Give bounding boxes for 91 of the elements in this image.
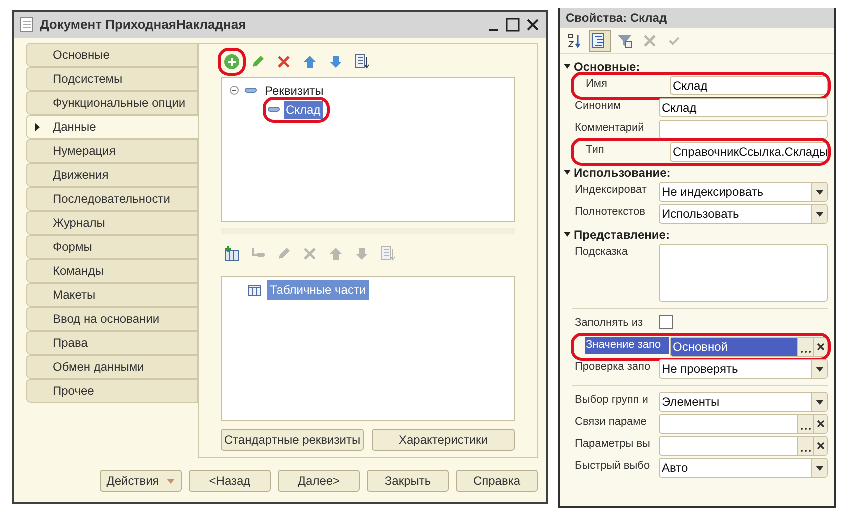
- collapse-icon[interactable]: [230, 86, 239, 96]
- sidebar-tab[interactable]: Обмен данными: [26, 355, 198, 379]
- collapse-icon[interactable]: [564, 64, 571, 69]
- maximize-icon[interactable]: [506, 18, 520, 32]
- close-icon[interactable]: [526, 18, 540, 32]
- section-heading: Представление:: [574, 226, 670, 244]
- caret-icon: [816, 190, 824, 194]
- caret-icon: [816, 366, 824, 372]
- close-icon: [302, 246, 318, 262]
- dropdown-field[interactable]: Не индексировать: [659, 182, 828, 202]
- sidebar-tab[interactable]: Движения: [26, 163, 198, 187]
- sidebar-tab[interactable]: Данные: [26, 115, 198, 139]
- sidebar-tab[interactable]: Формы: [26, 235, 198, 259]
- toolbar-button[interactable]: [221, 50, 243, 73]
- collapse-icon[interactable]: [564, 170, 571, 175]
- footer-button[interactable]: Действия: [100, 470, 182, 492]
- tree-item[interactable]: Реквизиты: [263, 82, 326, 100]
- property-label: Значение запо: [585, 337, 669, 354]
- text-field[interactable]: Склад: [659, 98, 828, 117]
- sidebar-tab[interactable]: Макеты: [26, 283, 198, 307]
- caret-icon: [816, 466, 824, 470]
- footer-button[interactable]: Закрыть: [367, 470, 449, 492]
- dropdown-field[interactable]: Не проверять: [659, 359, 828, 379]
- document-icon: [20, 17, 34, 33]
- sidebar-tab[interactable]: Права: [26, 331, 198, 355]
- section-heading: Основные:: [574, 58, 640, 76]
- filter-icon: [617, 32, 633, 48]
- property-label: Имя: [585, 77, 608, 92]
- reference-field[interactable]: [659, 414, 828, 434]
- clear-icon: [816, 442, 824, 450]
- panel-button[interactable]: Характеристики: [372, 429, 515, 451]
- property-label: Связи параме: [574, 415, 648, 430]
- property-label: Параметры вы: [574, 437, 652, 452]
- property-label: Тип: [585, 143, 606, 158]
- sidebar-tab[interactable]: Подсистемы: [26, 67, 198, 91]
- property-label: Подсказка: [574, 245, 629, 260]
- sort-icon: [567, 32, 583, 48]
- toolbar-button[interactable]: [589, 30, 611, 52]
- caret-icon: [816, 212, 824, 216]
- close-icon: [276, 54, 292, 70]
- window-title: Документ ПриходнаяНакладная: [40, 16, 248, 34]
- clear-icon: [816, 420, 824, 428]
- arrow-down-icon: [354, 246, 370, 262]
- dropdown-field[interactable]: Авто: [659, 458, 828, 478]
- sidebar-tab[interactable]: Функциональные опции: [26, 91, 198, 115]
- footer-button[interactable]: Далее>: [278, 470, 360, 492]
- sidebar-tab[interactable]: Прочее: [26, 379, 198, 403]
- clear-icon: [816, 343, 824, 351]
- sidebar-tab[interactable]: Команды: [26, 259, 198, 283]
- reference-field[interactable]: Основной: [670, 337, 828, 357]
- list-icon: [354, 54, 370, 70]
- pointer-icon: [35, 122, 40, 132]
- list-icon: [380, 246, 396, 262]
- dropdown-field[interactable]: Использовать: [659, 204, 828, 224]
- checkbox[interactable]: [659, 315, 673, 329]
- table-icon: [248, 284, 261, 296]
- sidebar-tab[interactable]: Ввод на основании: [26, 307, 198, 331]
- sidebar-tab[interactable]: Журналы: [26, 211, 198, 235]
- pencil-icon: [250, 54, 266, 70]
- property-label: Синоним: [574, 99, 622, 114]
- property-label: Индексироват: [574, 183, 648, 198]
- attribute-icon: [245, 88, 257, 94]
- property-label: Комментарий: [574, 121, 646, 136]
- sidebar-tab[interactable]: Последовательности: [26, 187, 198, 211]
- arrow-down-icon: [328, 54, 344, 70]
- dropdown-field[interactable]: СправочникСсылка.Склады: [670, 142, 828, 162]
- caret-icon: [816, 400, 824, 404]
- table-add-icon: [224, 246, 240, 262]
- property-label: Заполнять из: [574, 316, 644, 331]
- footer-button[interactable]: <Назад: [189, 470, 271, 492]
- attribute-icon: [268, 107, 280, 112]
- dropdown-field[interactable]: Элементы: [659, 392, 828, 412]
- property-label: Полнотекстов: [574, 205, 646, 220]
- property-label: Проверка запо: [574, 360, 652, 375]
- property-label: Выбор групп и: [574, 393, 650, 408]
- reference-field[interactable]: [659, 436, 828, 456]
- panel-button[interactable]: Стандартные реквизиты: [221, 429, 364, 451]
- plus-icon: [224, 54, 240, 70]
- text-field[interactable]: [659, 120, 828, 139]
- footer-button[interactable]: Справка: [456, 470, 538, 492]
- arrow-up-icon: [328, 246, 344, 262]
- arrow-up-icon: [302, 54, 318, 70]
- property-label: Быстрый выбо: [574, 459, 652, 474]
- sidebar-tab[interactable]: Основные: [26, 43, 198, 67]
- collapse-icon[interactable]: [564, 232, 571, 237]
- section-heading: Использование:: [574, 164, 671, 182]
- text-field[interactable]: Склад: [670, 76, 828, 95]
- panel-title: Свойства: Склад: [566, 10, 668, 27]
- tree-item[interactable]: Склад: [284, 100, 323, 119]
- close-icon: [642, 32, 658, 48]
- sidebar-tab[interactable]: Нумерация: [26, 139, 198, 163]
